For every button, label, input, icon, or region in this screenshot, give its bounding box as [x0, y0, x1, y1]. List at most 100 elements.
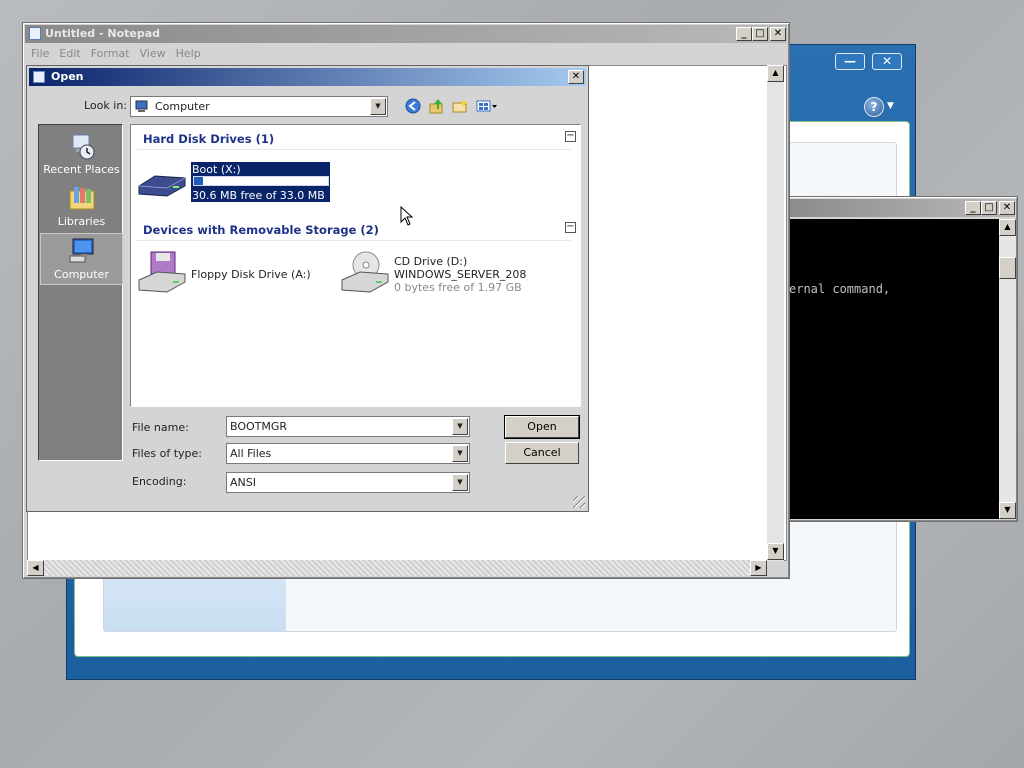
close-icon: ✕ [881, 54, 893, 68]
group-separator [137, 149, 571, 150]
menu-help[interactable]: Help [171, 45, 206, 62]
dialog-close-button[interactable]: ✕ [568, 70, 584, 84]
console-output[interactable]: ernal command, [783, 219, 999, 519]
notepad-maximize-button[interactable]: □ [752, 27, 768, 41]
notepad-titlebar: Untitled - Notepad [25, 25, 787, 43]
place-recent-places[interactable]: Recent Places [40, 129, 123, 181]
menu-format[interactable]: Format [86, 45, 135, 62]
collapse-group-button[interactable]: − [565, 222, 576, 233]
place-label: Libraries [57, 215, 106, 228]
file-name-input[interactable]: BOOTMGR ▼ [226, 416, 470, 437]
open-button[interactable]: Open [504, 415, 580, 439]
encoding-dropdown[interactable]: ANSI ▼ [226, 472, 470, 493]
notepad-horizontal-scrollbar[interactable]: ◀ ▶ [27, 560, 767, 576]
group-separator [137, 240, 571, 241]
file-name-value: BOOTMGR [230, 420, 288, 433]
resize-grip-icon[interactable] [573, 496, 585, 508]
minimize-button[interactable]: — [835, 53, 865, 70]
files-of-type-value: All Files [230, 447, 272, 460]
chevron-down-icon[interactable]: ▼ [452, 418, 468, 435]
menu-file[interactable]: File [26, 45, 54, 62]
place-label: Computer [54, 268, 109, 281]
drive-usage-bar [193, 176, 329, 186]
help-glyph: ? [870, 100, 878, 114]
chevron-down-icon[interactable]: ▼ [887, 101, 894, 111]
drive-free-space: 30.6 MB free of 33.0 MB [192, 189, 325, 202]
drive-name: Boot (X:) [192, 163, 241, 176]
file-name-label: File name: [132, 421, 189, 434]
console-maximize-button[interactable]: □ [981, 201, 997, 215]
console-text: ernal command, [789, 282, 891, 296]
place-label: Recent Places [43, 163, 120, 176]
files-of-type-dropdown[interactable]: All Files ▼ [226, 443, 470, 464]
scroll-down-arrow-icon[interactable]: ▼ [767, 543, 784, 560]
recent-places-icon [72, 134, 94, 160]
drive-name: CD Drive (D:) [394, 255, 468, 268]
files-of-type-label: Files of type: [132, 447, 203, 460]
scroll-up-arrow-icon[interactable]: ▲ [999, 219, 1016, 236]
open-file-dialog: Open ✕ Look in: Computer ▼ Recent Places… [26, 65, 589, 512]
collapse-icon: − [566, 130, 575, 141]
chevron-down-icon[interactable]: ▼ [452, 474, 468, 491]
close-icon: ✕ [571, 71, 581, 82]
console-close-button[interactable]: ✕ [999, 201, 1015, 215]
close-button[interactable]: ✕ [872, 53, 902, 70]
drive-name: Floppy Disk Drive (A:) [191, 268, 311, 281]
open-dialog-title: Open [51, 70, 84, 83]
close-icon: ✕ [1002, 202, 1012, 213]
help-icon[interactable]: ? [864, 97, 884, 117]
drive-volume-label: WINDOWS_SERVER_208 [394, 268, 527, 281]
minimize-icon: _ [970, 202, 976, 213]
scroll-up-arrow-icon[interactable]: ▲ [767, 65, 784, 82]
menu-edit[interactable]: Edit [54, 45, 85, 62]
cancel-button[interactable]: Cancel [505, 442, 579, 464]
open-dialog-titlebar: Open [29, 68, 586, 86]
group-header-removable: Devices with Removable Storage (2) [143, 223, 379, 237]
libraries-icon [69, 187, 94, 210]
command-prompt-window: _ □ ✕ ernal command, ▲ ▼ [778, 196, 1018, 522]
chevron-down-icon[interactable]: ▼ [370, 98, 386, 115]
drive-free-space: 0 bytes free of 1.97 GB [394, 281, 522, 294]
notepad-icon [29, 27, 41, 40]
place-libraries[interactable]: Libraries [40, 181, 123, 233]
collapse-icon: − [566, 221, 575, 232]
mouse-cursor-icon [400, 206, 414, 226]
places-bar: Recent Places Libraries Computer [38, 124, 123, 461]
scroll-down-arrow-icon[interactable]: ▼ [999, 502, 1016, 519]
menu-view[interactable]: View [135, 45, 171, 62]
new-folder-icon[interactable] [451, 97, 469, 115]
view-menu-icon[interactable] [475, 97, 499, 115]
scroll-thumb[interactable] [999, 257, 1016, 279]
scroll-right-arrow-icon[interactable]: ▶ [750, 560, 767, 576]
file-list-view[interactable]: Hard Disk Drives (1) − Boot (X:) 30.6 MB… [130, 124, 581, 407]
hard-disk-icon [138, 175, 186, 197]
encoding-label: Encoding: [132, 475, 187, 488]
floppy-drive-icon [138, 251, 186, 293]
look-in-label: Look in: [84, 99, 127, 112]
chevron-down-icon[interactable]: ▼ [452, 445, 468, 462]
scroll-left-arrow-icon[interactable]: ◀ [27, 560, 44, 576]
cd-drive-icon [341, 251, 389, 293]
notepad-icon [33, 71, 45, 83]
notepad-minimize-button[interactable]: _ [736, 27, 752, 41]
look-in-value: Computer [155, 100, 210, 113]
look-in-dropdown[interactable]: Computer ▼ [130, 96, 388, 117]
notepad-menubar: File Edit Format View Help [26, 45, 786, 63]
minimize-icon: — [844, 54, 856, 68]
console-minimize-button[interactable]: _ [965, 201, 981, 215]
computer-icon [135, 100, 148, 112]
place-computer[interactable]: Computer [40, 233, 123, 285]
notepad-vertical-scrollbar[interactable]: ▲ ▼ [767, 65, 784, 561]
back-arrow-icon[interactable] [404, 97, 422, 115]
close-icon: ✕ [773, 28, 783, 39]
console-vertical-scrollbar[interactable]: ▲ ▼ [999, 219, 1016, 519]
computer-icon [69, 238, 93, 263]
up-one-level-icon[interactable] [428, 97, 446, 115]
encoding-value: ANSI [230, 476, 256, 489]
maximize-icon: □ [755, 28, 765, 39]
maximize-icon: □ [984, 202, 994, 213]
notepad-title: Untitled - Notepad [45, 27, 161, 40]
notepad-close-button[interactable]: ✕ [770, 27, 786, 41]
collapse-group-button[interactable]: − [565, 131, 576, 142]
group-header-hard-disk: Hard Disk Drives (1) [143, 132, 275, 146]
